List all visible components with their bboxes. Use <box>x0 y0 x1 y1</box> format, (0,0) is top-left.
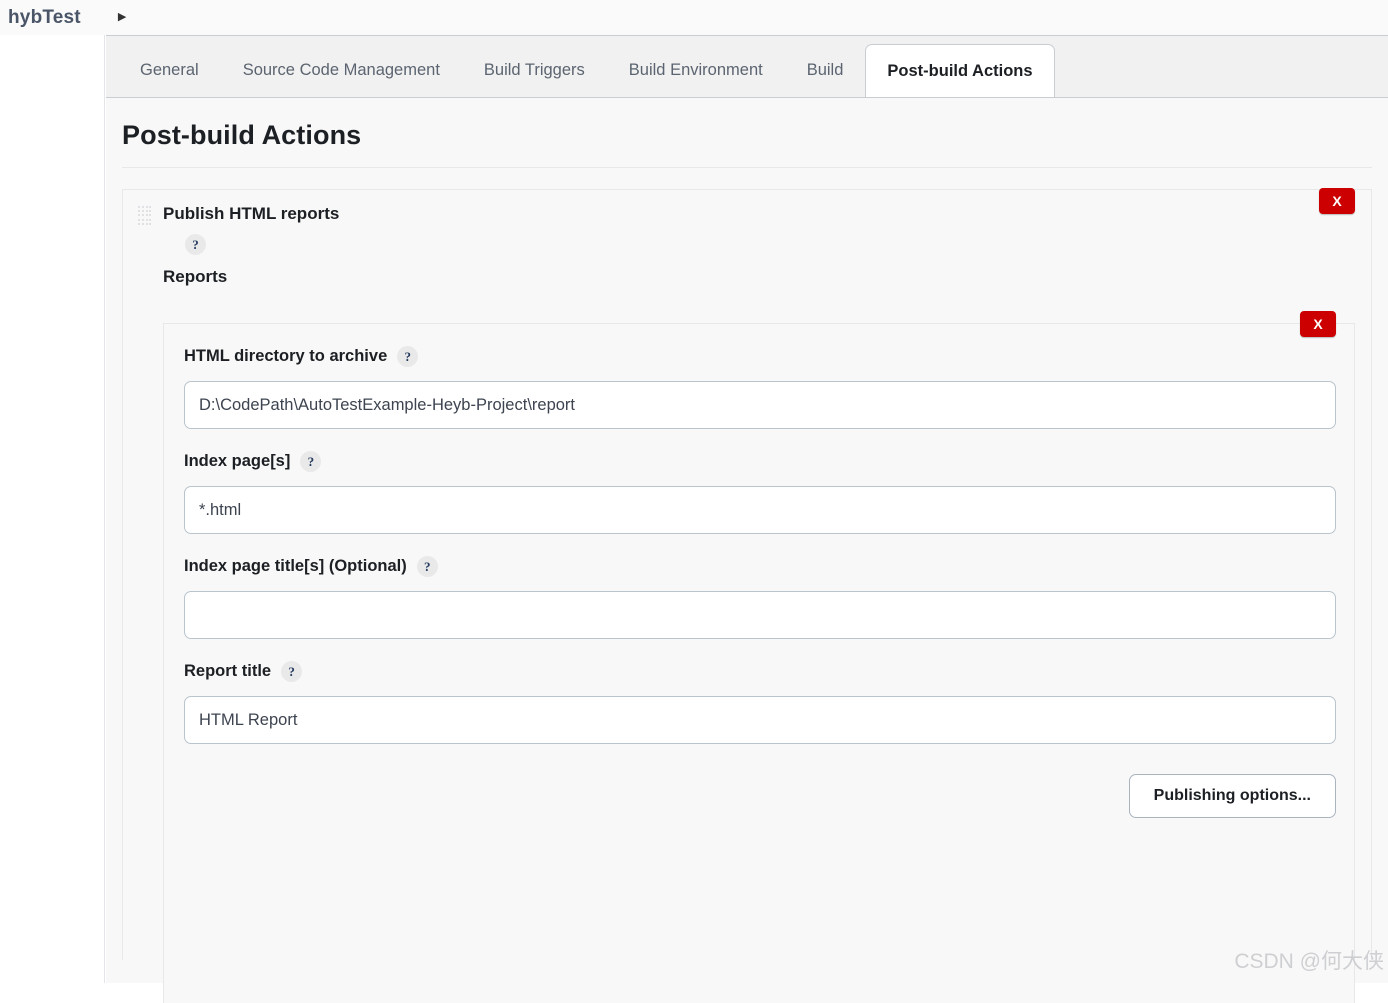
help-icon[interactable]: ? <box>397 346 419 367</box>
caret-right-icon[interactable]: ▶ <box>118 12 126 23</box>
page-title: Post-build Actions <box>122 98 1372 168</box>
config-content: Post-build Actions X Publish HTML report… <box>106 97 1388 1003</box>
html-directory-input[interactable] <box>184 381 1336 429</box>
tab-general[interactable]: General <box>118 42 221 97</box>
tab-source-code-management-label: Source Code Management <box>242 61 440 79</box>
delete-publisher-button[interactable]: X <box>1319 188 1355 214</box>
field-label-index-pages: Index page[s] ? <box>184 451 1336 472</box>
report-title-input[interactable] <box>184 696 1336 744</box>
tab-source-code-management[interactable]: Source Code Management <box>221 42 462 97</box>
index-page-titles-input[interactable] <box>184 591 1336 639</box>
publishing-options-row: Publishing options... <box>184 774 1336 818</box>
help-icon[interactable]: ? <box>416 556 438 577</box>
report-entry-panel: X HTML directory to archive ? Index page… <box>163 311 1355 1003</box>
field-label-index-page-titles-text: Index page title[s] (Optional) <box>184 557 407 575</box>
config-tab-bar: General Source Code Management Build Tri… <box>106 35 1388 98</box>
tab-build-triggers-label: Build Triggers <box>483 61 585 79</box>
reports-section-label: Reports <box>163 267 228 286</box>
field-index-pages: Index page[s] ? <box>184 451 1336 534</box>
tab-post-build-actions[interactable]: Post-build Actions <box>865 44 1055 98</box>
drag-grip-icon[interactable] <box>138 206 152 226</box>
help-icon[interactable]: ? <box>281 661 303 682</box>
publisher-title: Publish HTML reports <box>163 204 340 223</box>
index-pages-input[interactable] <box>184 486 1336 534</box>
field-label-html-directory: HTML directory to archive ? <box>184 346 1336 367</box>
sidebar-rail <box>0 35 105 983</box>
help-icon[interactable]: ? <box>300 451 322 472</box>
field-label-index-pages-text: Index page[s] <box>184 452 291 470</box>
tab-build-triggers[interactable]: Build Triggers <box>462 42 607 97</box>
publishing-options-button[interactable]: Publishing options... <box>1128 774 1336 818</box>
breadcrumb-project-link[interactable]: hybTest <box>8 7 81 29</box>
tab-general-label: General <box>140 61 199 79</box>
main-region: General Source Code Management Build Tri… <box>106 35 1388 1003</box>
field-label-report-title-text: Report title <box>184 662 272 680</box>
field-report-title: Report title ? <box>184 661 1336 744</box>
tab-build[interactable]: Build <box>785 42 866 97</box>
publisher-panel: X Publish HTML reports ? Reports X HTML … <box>122 188 1372 1003</box>
field-index-page-titles: Index page title[s] (Optional) ? <box>184 556 1336 639</box>
field-html-directory-to-archive: HTML directory to archive ? <box>184 346 1336 429</box>
breadcrumb-bar: hybTest ▶ <box>0 0 1388 35</box>
field-label-html-directory-text: HTML directory to archive <box>184 347 388 365</box>
tab-build-environment-label: Build Environment <box>628 61 763 79</box>
publisher-help-row: ? <box>185 234 1371 255</box>
field-label-report-title: Report title ? <box>184 661 1336 682</box>
tab-post-build-actions-label: Post-build Actions <box>887 62 1033 80</box>
field-label-index-page-titles: Index page title[s] (Optional) ? <box>184 556 1336 577</box>
tab-build-environment[interactable]: Build Environment <box>607 42 785 97</box>
delete-report-button[interactable]: X <box>1300 311 1336 337</box>
tab-build-label: Build <box>806 61 844 79</box>
help-icon[interactable]: ? <box>185 234 206 255</box>
